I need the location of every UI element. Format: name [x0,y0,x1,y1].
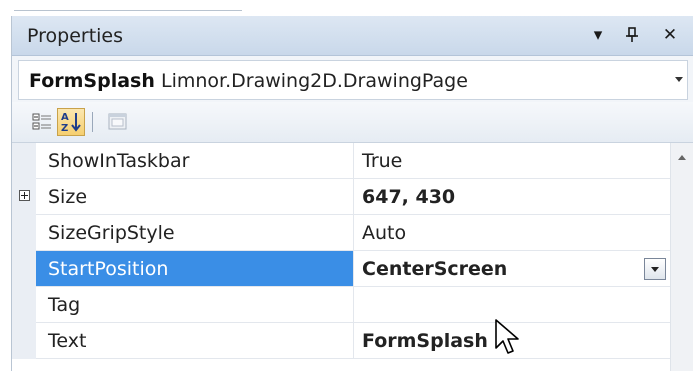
vertical-scrollbar[interactable] [670,143,693,371]
property-row-tag[interactable]: Tag [12,287,670,323]
categorized-button[interactable] [29,108,57,136]
close-button[interactable]: ✕ [658,23,682,47]
top-tab-strip [0,0,693,16]
property-value-text: CenterScreen [362,258,508,280]
row-gutter [12,287,36,323]
property-value[interactable]: 647, 430 [354,179,670,215]
svg-text:Z: Z [61,123,68,134]
property-pages-icon [108,113,127,130]
pin-icon [626,27,638,42]
auto-hide-button[interactable] [620,23,644,47]
property-name: SizeGripStyle [36,215,354,251]
property-row-size[interactable]: Size 647, 430 [12,179,670,215]
property-row-text[interactable]: Text FormSplash [12,323,670,359]
alphabetical-button[interactable]: A Z [57,108,85,136]
properties-window: Properties ▾ ✕ FormSplash Limnor.Drawing… [0,0,693,371]
tab-divider [14,10,242,11]
property-row-startposition[interactable]: StartPosition CenterScreen [12,251,670,287]
close-icon: ✕ [662,25,678,45]
row-gutter [12,323,36,359]
categorized-icon [32,113,51,130]
window-position-button[interactable]: ▾ [586,23,610,47]
value-dropdown-button[interactable] [644,258,666,280]
dropdown-icon: ▾ [593,25,603,45]
row-gutter [12,179,36,215]
property-grid: ShowInTaskbar True Size 647, 430 SizeGri… [12,142,693,371]
property-name: StartPosition [36,251,354,287]
property-value[interactable]: Auto [354,215,670,251]
object-name: FormSplash [29,70,155,92]
scroll-up-icon[interactable] [678,155,686,160]
row-gutter [12,215,36,251]
property-name: Text [36,323,354,359]
property-row-sizegripstyle[interactable]: SizeGripStyle Auto [12,215,670,251]
expand-icon[interactable] [19,190,30,201]
title-bar: Properties ▾ ✕ [12,16,693,56]
property-row-showintaskbar[interactable]: ShowInTaskbar True [12,143,670,179]
mouse-cursor-icon [495,319,519,354]
property-name: Size [36,179,354,215]
row-gutter [12,251,36,287]
object-type: Limnor.Drawing2D.DrawingPage [161,70,468,92]
object-selector[interactable]: FormSplash Limnor.Drawing2D.DrawingPage [18,60,688,100]
row-gutter [12,143,36,179]
property-name: Tag [36,287,354,323]
panel-title: Properties [27,25,124,47]
property-pages-button[interactable] [104,108,132,136]
property-value[interactable]: CenterScreen [354,251,670,287]
property-value[interactable]: True [354,143,670,179]
properties-toolbar: A Z [12,102,693,142]
toolbar-separator [92,112,93,132]
properties-panel: Properties ▾ ✕ FormSplash Limnor.Drawing… [11,16,693,371]
property-name: ShowInTaskbar [36,143,354,179]
chevron-down-icon [675,77,683,82]
alphabetical-icon: A Z [61,112,81,134]
svg-text:A: A [61,112,69,123]
